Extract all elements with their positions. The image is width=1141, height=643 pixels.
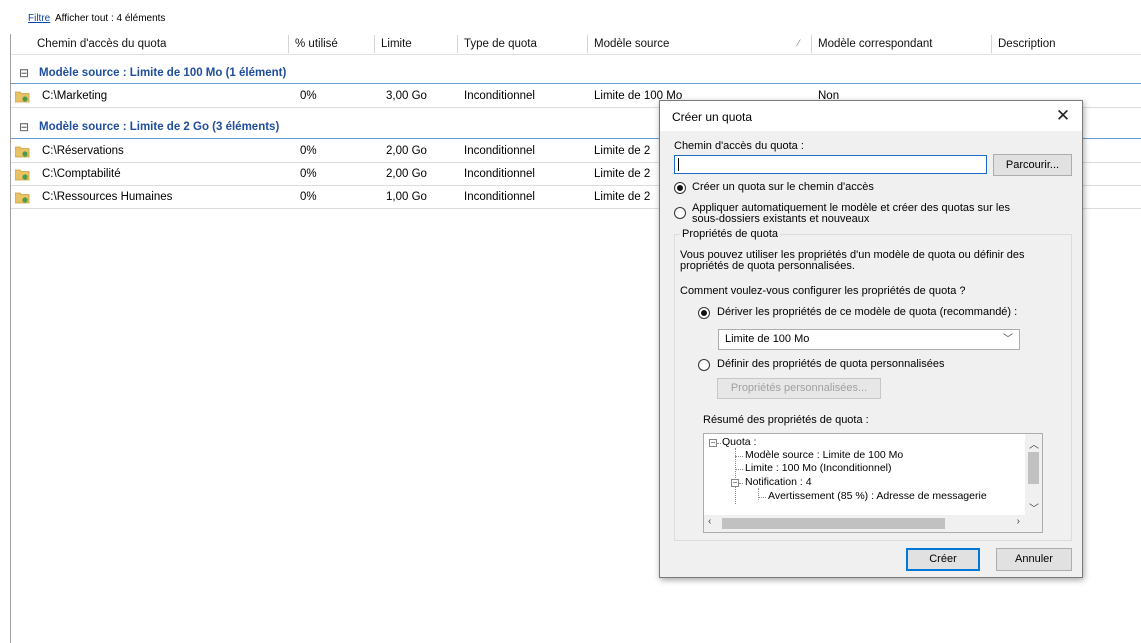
tree-node-notification[interactable]: Notification : 4 [745,476,812,488]
cell-source: Limite de 2 [594,145,651,157]
custom-properties-button: Propriétés personnalisées... [717,378,881,399]
collapse-icon[interactable]: ⊟ [19,116,29,138]
create-quota-label[interactable]: Créer un quota sur le chemin d'accès [692,181,874,193]
cell-used: 0% [300,168,317,180]
tree-node-source[interactable]: Modèle source : Limite de 100 Mo [745,449,903,461]
scroll-left-icon[interactable]: ‹ [708,516,711,527]
chevron-down-icon: ﹀ [1003,334,1013,345]
cell-type: Inconditionnel [464,145,535,157]
summary-label: Résumé des propriétés de quota : [703,414,869,426]
column-header-used[interactable]: % utilisé [289,35,375,53]
tree-node-warning[interactable]: Avertissement (85 %) : Adresse de messag… [768,490,987,502]
derive-template-radio[interactable] [698,307,710,319]
cell-path: C:\Marketing [42,90,108,102]
cell-used: 0% [300,191,317,203]
create-button[interactable]: Créer [906,548,980,571]
folder-icon [14,144,30,158]
create-quota-radio[interactable] [674,182,686,194]
cell-type: Inconditionnel [464,168,535,180]
filter-bar: Filtre Afficher tout : 4 éléments [10,0,1141,34]
template-select-value: Limite de 100 Mo [725,333,810,345]
scroll-thumb[interactable] [722,518,945,529]
cell-limit: 3,00 Go [386,90,427,102]
folder-icon [14,167,30,181]
column-header-source[interactable]: Modèle source [588,35,812,53]
column-header-path[interactable]: Chemin d'accès du quota [31,35,289,53]
browse-button[interactable]: Parcourir... [993,154,1072,176]
dialog-title: Créer un quota [672,110,753,124]
cell-type: Inconditionnel [464,90,535,102]
quota-path-input[interactable] [674,155,987,174]
cancel-button[interactable]: Annuler [996,548,1072,571]
configure-question: Comment voulez-vous configurer les propr… [680,285,966,297]
column-header-description[interactable]: Description [992,35,1141,53]
vertical-scrollbar[interactable]: ︿ ﹀ [1025,434,1042,516]
tree-node-quota[interactable]: Quota : [722,436,756,448]
dialog-titlebar[interactable]: Créer un quota ✕ [660,101,1082,131]
scroll-corner [1025,515,1042,532]
scroll-down-icon[interactable]: ﹀ [1029,500,1039,515]
quota-summary-tree[interactable]: − Quota : Modèle source : Limite de 100 … [703,433,1043,533]
create-quota-dialog: Créer un quota ✕ Chemin d'accès du quota… [659,100,1083,578]
auto-apply-radio[interactable] [674,207,686,219]
collapse-tree-icon[interactable]: − [709,439,717,447]
cell-type: Inconditionnel [464,191,535,203]
derive-template-label[interactable]: Dériver les propriétés de ce modèle de q… [717,306,1017,318]
cell-source: Limite de 2 [594,191,651,203]
tree-node-limit[interactable]: Limite : 100 Mo (Inconditionnel) [745,462,892,474]
item-count-text: Afficher tout : 4 éléments [55,13,166,24]
path-label: Chemin d'accès du quota : [674,140,804,152]
quota-properties-title: Propriétés de quota [680,228,781,240]
cell-path: C:\Réservations [42,145,124,157]
close-icon[interactable]: ✕ [1052,105,1074,127]
custom-properties-label[interactable]: Définir des propriétés de quota personna… [717,358,944,370]
collapse-icon[interactable]: ⊟ [19,62,29,84]
cell-limit: 2,00 Go [386,145,427,157]
text-caret [678,158,679,171]
horizontal-scrollbar[interactable]: ‹ › [704,515,1025,532]
folder-icon [14,89,30,103]
custom-properties-radio[interactable] [698,359,710,371]
cell-used: 0% [300,90,317,102]
collapse-tree-icon[interactable]: − [731,479,739,487]
folder-icon [14,190,30,204]
template-select[interactable]: Limite de 100 Mo ﹀ [718,329,1020,350]
filter-link[interactable]: Filtre [28,13,50,24]
scroll-up-icon[interactable]: ︿ [1029,436,1039,451]
auto-apply-label-line2[interactable]: sous-dossiers existants et nouveaux [692,213,869,225]
cell-path: C:\Comptabilité [42,168,121,180]
column-header-limit[interactable]: Limite [375,35,458,53]
group-header[interactable]: ⊟ Modèle source : Limite de 100 Mo (1 él… [11,62,1141,84]
column-header-type[interactable]: Type de quota [458,35,588,53]
scroll-right-icon[interactable]: › [1017,516,1020,527]
sort-indicator-icon: ⁄ [798,38,800,48]
properties-description-line2: propriétés de quota personnalisées. [680,260,855,272]
cell-path: C:\Ressources Humaines [42,191,173,203]
cell-used: 0% [300,145,317,157]
column-header-match[interactable]: Modèle correspondant [812,35,992,53]
cell-limit: 1,00 Go [386,191,427,203]
cell-limit: 2,00 Go [386,168,427,180]
scroll-thumb[interactable] [1028,452,1039,484]
cell-source: Limite de 2 [594,168,651,180]
